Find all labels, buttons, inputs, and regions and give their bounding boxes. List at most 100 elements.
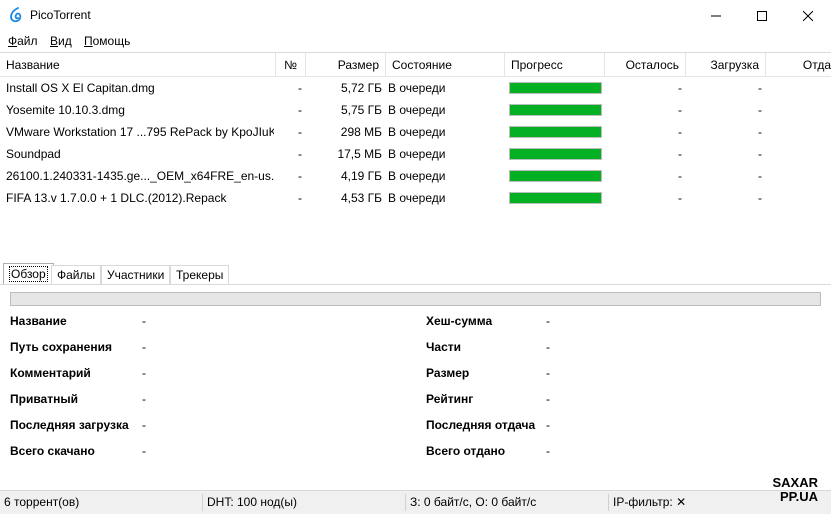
overview-field-value: - bbox=[546, 366, 550, 380]
torrent-download-speed: - bbox=[758, 191, 762, 205]
minimize-button[interactable] bbox=[693, 0, 739, 31]
torrent-progress-bar bbox=[509, 104, 602, 116]
torrent-remaining: - bbox=[678, 103, 682, 117]
table-row[interactable]: Install OS X El Capitan.dmg - 5,72 ГБ В оче… bbox=[0, 77, 831, 99]
torrent-remaining: - bbox=[678, 147, 682, 161]
overview-field-value: - bbox=[142, 418, 146, 432]
overview-field-value: - bbox=[546, 444, 550, 458]
torrent-queue-number: - bbox=[298, 125, 302, 139]
tab-overview[interactable]: Обзор bbox=[3, 263, 54, 285]
window-title: PicoTorrent bbox=[30, 8, 91, 22]
torrent-progress-bar bbox=[509, 126, 602, 138]
overview-progress-bar bbox=[10, 292, 821, 306]
tab-peers[interactable]: Участники bbox=[101, 265, 171, 285]
torrent-download-speed: - bbox=[758, 81, 762, 95]
table-row[interactable]: Soundpad - 17,5 МБ В очереди - - bbox=[0, 143, 831, 165]
torrent-progress-fill bbox=[510, 83, 601, 93]
watermark-line-2: PP.UA bbox=[779, 489, 818, 504]
torrent-name: VMware Workstation 17 ...795 RePack by K… bbox=[6, 125, 274, 139]
column-header-size[interactable]: Размер bbox=[306, 53, 386, 77]
tab-files[interactable]: Файлы bbox=[51, 265, 102, 285]
torrent-name: Soundpad bbox=[6, 147, 61, 161]
torrent-state: В очереди bbox=[388, 169, 446, 183]
torrent-progress-bar bbox=[509, 148, 602, 160]
torrent-size: 4,53 ГБ bbox=[340, 191, 382, 205]
overview-field-label: Хеш-сумма bbox=[426, 314, 493, 328]
status-bar: 6 торрент(ов) DHT: 100 нод(ы) З: 0 байт/… bbox=[0, 490, 831, 514]
menu-file[interactable]: Файл bbox=[8, 34, 38, 48]
overview-field-value: - bbox=[546, 314, 550, 328]
torrent-queue-number: - bbox=[298, 103, 302, 117]
torrent-remaining: - bbox=[678, 125, 682, 139]
menu-help[interactable]: Помощь bbox=[84, 34, 130, 48]
column-header-state[interactable]: Состояние bbox=[386, 53, 505, 77]
tab-overview-label: Обзор bbox=[9, 266, 48, 282]
title-bar: PicoTorrent bbox=[0, 0, 831, 31]
menu-view[interactable]: Вид bbox=[50, 34, 72, 48]
column-header-download[interactable]: Загрузка bbox=[686, 53, 766, 77]
status-ip-filter: IP-фильтр: ✕ bbox=[613, 495, 687, 509]
column-header-upload[interactable]: Отда bbox=[766, 53, 831, 77]
torrent-remaining: - bbox=[678, 169, 682, 183]
status-dht: DHT: 100 нод(ы) bbox=[207, 495, 298, 509]
torrent-queue-number: - bbox=[298, 147, 302, 161]
overview-field-label: Всего отдано bbox=[426, 444, 506, 458]
maximize-icon bbox=[757, 10, 767, 21]
minimize-icon bbox=[711, 15, 721, 16]
overview-field-label: Комментарий bbox=[10, 366, 91, 380]
torrent-remaining: - bbox=[678, 81, 682, 95]
column-header-name[interactable]: Название bbox=[0, 53, 276, 77]
torrent-remaining: - bbox=[678, 191, 682, 205]
overview-field-value: - bbox=[142, 392, 146, 406]
overview-field-value: - bbox=[546, 340, 550, 354]
overview-field-label: Размер bbox=[426, 366, 470, 380]
overview-field-label: Рейтинг bbox=[426, 392, 474, 406]
torrent-progress-bar bbox=[509, 170, 602, 182]
maximize-button[interactable] bbox=[739, 0, 785, 31]
torrent-queue-number: - bbox=[298, 81, 302, 95]
table-row[interactable]: VMware Workstation 17 ...795 RePack by K… bbox=[0, 121, 831, 143]
table-row[interactable]: Yosemite 10.10.3.dmg - 5,75 ГБ В очереди - - bbox=[0, 99, 831, 121]
torrent-download-speed: - bbox=[758, 125, 762, 139]
torrent-progress-fill bbox=[510, 171, 601, 181]
torrent-state: В очереди bbox=[388, 147, 446, 161]
watermark-logo: SAXAR PP.UA bbox=[770, 476, 818, 504]
torrent-progress-fill bbox=[510, 193, 601, 203]
overview-field-value: - bbox=[546, 418, 550, 432]
table-row[interactable]: 26100.1.240331-1435.ge..._OEM_x64FRE_en-… bbox=[0, 165, 831, 187]
torrent-progress-fill bbox=[510, 105, 601, 115]
tab-trackers[interactable]: Трекеры bbox=[170, 265, 230, 285]
torrent-size: 5,75 ГБ bbox=[340, 103, 382, 117]
list-header: Название № Размер Состояние Прогресс Ост… bbox=[0, 53, 831, 77]
status-torrent-count: 6 торрент(ов) bbox=[4, 495, 80, 509]
torrent-state: В очереди bbox=[388, 125, 446, 139]
torrent-progress-bar bbox=[509, 82, 602, 94]
torrent-download-speed: - bbox=[758, 169, 762, 183]
status-speed: З: 0 байт/с, О: 0 байт/с bbox=[410, 495, 537, 509]
close-icon bbox=[803, 10, 813, 21]
column-header-progress[interactable]: Прогресс bbox=[505, 53, 605, 77]
torrent-size: 5,72 ГБ bbox=[340, 81, 382, 95]
overview-field-label: Всего скачано bbox=[10, 444, 95, 458]
overview-field-label: Последняя загрузка bbox=[10, 418, 129, 432]
details-tabs: Обзор Файлы Участники Трекеры bbox=[0, 263, 831, 285]
torrent-size: 298 МБ bbox=[340, 125, 382, 139]
overview-field-label: Приватный bbox=[10, 392, 78, 406]
torrent-queue-number: - bbox=[298, 191, 302, 205]
torrent-queue-number: - bbox=[298, 169, 302, 183]
overview-field-value: - bbox=[142, 314, 146, 328]
overview-field-value: - bbox=[142, 366, 146, 380]
torrent-name: 26100.1.240331-1435.ge..._OEM_x64FRE_en-… bbox=[6, 169, 274, 183]
torrent-progress-fill bbox=[510, 127, 601, 137]
torrent-list: Название № Размер Состояние Прогресс Ост… bbox=[0, 52, 831, 258]
column-header-num[interactable]: № bbox=[276, 53, 306, 77]
torrent-progress-bar bbox=[509, 192, 602, 204]
close-button[interactable] bbox=[785, 0, 831, 31]
torrent-progress-fill bbox=[510, 149, 601, 159]
torrent-state: В очереди bbox=[388, 81, 446, 95]
pico-torrent-logo-icon bbox=[10, 7, 22, 23]
overview-field-label: Последняя отдача bbox=[426, 418, 536, 432]
overview-field-value: - bbox=[142, 340, 146, 354]
table-row[interactable]: FIFA 13.v 1.7.0.0 + 1 DLC.(2012).Repack -… bbox=[0, 187, 831, 209]
column-header-remaining[interactable]: Осталось bbox=[605, 53, 686, 77]
